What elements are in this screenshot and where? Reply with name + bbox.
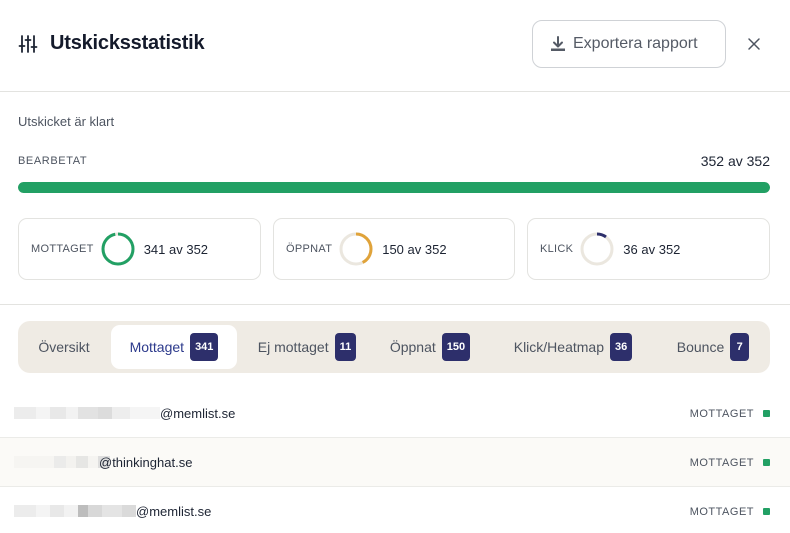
tab-label: Ej mottaget (257, 339, 329, 355)
export-report-label: Exportera rapport (573, 35, 698, 52)
progress-ring-icon (339, 232, 373, 266)
row-status: MOTTAGET (689, 506, 754, 518)
tab-label: Mottaget (129, 339, 185, 355)
tab-count-badge: 341 (190, 333, 219, 361)
stat-value: 36 av 352 (623, 241, 681, 257)
stat-value: 341 av 352 (143, 241, 209, 257)
stat-value: 150 av 352 (382, 241, 447, 257)
redacted-email-prefix (14, 456, 110, 468)
redacted-email-prefix (14, 505, 136, 517)
recipient-tabs: Översikt Mottaget 341 Ej mottaget 11 Öpp… (18, 321, 770, 373)
table-row[interactable]: @thinkinghat.se MOTTAGET (0, 438, 790, 487)
recipient-email: @thinkinghat.se (99, 455, 193, 470)
tab-label: Klick/Heatmap (513, 339, 604, 355)
recipient-email: @memlist.se (160, 406, 236, 421)
progress-ring-fill (101, 232, 135, 266)
download-icon (551, 36, 565, 51)
progress-ring-icon (101, 232, 135, 266)
stat-label: MOTTAGET (31, 243, 94, 255)
stat-card-opened: ÖPPNAT 150 av 352 (273, 218, 515, 280)
processed-value: 352 av 352 (700, 153, 770, 169)
tab-received[interactable]: Mottaget 341 (111, 325, 237, 369)
stat-label: ÖPPNAT (286, 243, 333, 255)
redacted-email-prefix (14, 407, 160, 419)
page-title: Utskicksstatistik (50, 32, 205, 54)
tab-label: Bounce (676, 339, 725, 355)
row-status: MOTTAGET (689, 408, 754, 420)
status-dot (763, 410, 770, 417)
table-row[interactable]: @memlist.se MOTTAGET (0, 389, 790, 438)
tab-label: Öppnat (389, 339, 436, 355)
sliders-icon (18, 35, 38, 53)
recipient-email: @memlist.se (136, 504, 212, 519)
row-status: MOTTAGET (689, 457, 754, 469)
tab-overview[interactable]: Översikt (24, 325, 104, 369)
tab-not-received[interactable]: Ej mottaget 11 (247, 325, 367, 369)
modal-header: Utskicksstatistik Exportera rapport (0, 0, 790, 92)
section-divider (0, 304, 790, 305)
stat-card-received: MOTTAGET 341 av 352 (18, 218, 261, 280)
stat-label: KLICK (540, 243, 574, 255)
processed-progress-bar (18, 182, 770, 193)
tab-bounce[interactable]: Bounce 7 (668, 325, 758, 369)
tab-opened[interactable]: Öppnat 150 (382, 325, 478, 369)
processed-label: BEARBETAT (18, 155, 88, 167)
tab-count-badge: 11 (334, 333, 357, 361)
export-report-button[interactable]: Exportera rapport (532, 20, 726, 68)
close-icon[interactable] (744, 34, 764, 54)
tab-count-badge: 7 (730, 333, 750, 361)
table-row[interactable]: @memlist.se MOTTAGET (0, 487, 790, 533)
tab-label: Översikt (38, 339, 90, 355)
tab-count-badge: 150 (441, 333, 471, 361)
processed-progress-fill (18, 182, 770, 193)
status-dot (763, 459, 770, 466)
stat-card-clicks: KLICK 36 av 352 (527, 218, 770, 280)
tab-count-badge: 36 (610, 333, 633, 361)
progress-ring-icon (580, 232, 614, 266)
send-status-text: Utskicket är klart (18, 114, 115, 129)
status-dot (763, 508, 770, 515)
tab-clicks-heatmap[interactable]: Klick/Heatmap 36 (503, 325, 643, 369)
